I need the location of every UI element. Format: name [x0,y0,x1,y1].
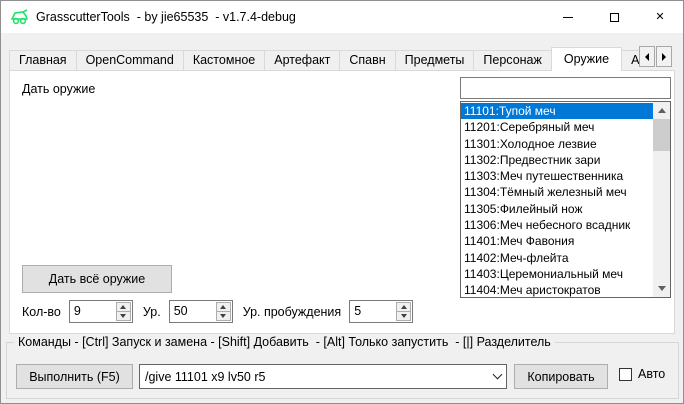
titlebar: GrasscutterTools - by jie65535 - v1.7.4-… [1,1,683,33]
list-item[interactable]: 11201:Серебряный меч [461,119,653,135]
arrow-down-icon [401,314,407,318]
tab-spawn[interactable]: Спавн [339,50,395,71]
spinner-row: Кол-во 9 Ур. 50 Ур. пробуждения 5 [22,300,423,323]
arrow-left-icon [645,53,649,61]
arrow-down-icon [658,286,666,291]
tab-scrollers [638,46,672,67]
scrollbar-up-button[interactable] [653,102,670,119]
copy-command-button[interactable]: Копировать [514,364,608,389]
level-up-button[interactable] [216,302,231,312]
arrow-down-icon [120,314,126,318]
tab-artifact[interactable]: Артефакт [264,50,340,71]
list-scrollbar[interactable] [653,102,670,297]
refinement-stepper[interactable]: 5 [349,300,413,323]
arrow-up-icon [401,305,407,309]
arrow-up-icon [120,305,126,309]
arrow-down-icon [220,314,226,318]
list-item[interactable]: 11304:Тёмный железный меч [461,184,653,200]
level-stepper[interactable]: 50 [169,300,233,323]
commands-groupbox: Команды - [Ctrl] Запуск и замена - [Shif… [6,342,679,399]
qty-down-button[interactable] [116,312,131,321]
list-item[interactable]: 11101:Тупой меч [461,103,653,119]
minimize-icon [563,17,573,18]
weapon-listbox: 11101:Тупой меч 11201:Серебряный меч 113… [460,101,671,298]
maximize-button[interactable] [591,1,637,33]
tab-main[interactable]: Главная [9,50,77,71]
minimize-button[interactable] [545,1,591,33]
level-value: 50 [174,304,188,318]
scrollbar-thumb[interactable] [653,119,670,151]
refinement-label: Ур. пробуждения [243,305,342,319]
auto-checkbox-label: Авто [638,367,665,381]
qty-up-button[interactable] [116,302,131,312]
tab-custom[interactable]: Кастомное [183,50,265,71]
arrow-right-icon [662,53,666,61]
weapon-search-input[interactable] [460,77,671,99]
give-weapon-label: Дать оружие [22,82,95,96]
list-item[interactable]: 11403:Церемониальный меч [461,266,653,282]
list-item[interactable]: 11305:Филейный нож [461,201,653,217]
commands-legend: Команды - [Ctrl] Запуск и замена - [Shif… [14,335,555,349]
scrollbar-down-button[interactable] [653,280,670,297]
window-title: GrasscutterTools - by jie65535 - v1.7.4-… [36,10,296,24]
list-item[interactable]: 11404:Меч аристократов [461,282,653,298]
qty-label: Кол-во [22,305,61,319]
close-icon: ✕ [655,12,664,23]
list-item[interactable]: 11306:Меч небесного всадник [461,217,653,233]
app-window: GrasscutterTools - by jie65535 - v1.7.4-… [0,0,684,404]
tab-scroll-right-button[interactable] [656,46,672,67]
close-button[interactable]: ✕ [637,1,683,33]
run-command-button[interactable]: Выполнить (F5) [16,364,133,389]
weapon-list: 11101:Тупой меч 11201:Серебряный меч 113… [461,103,653,298]
auto-checkbox[interactable] [619,368,632,381]
command-text: /give 11101 x9 lv50 r5 [140,370,488,384]
tab-weapon[interactable]: Оружие [551,47,622,71]
command-combobox[interactable]: /give 11101 x9 lv50 r5 [139,364,507,389]
list-item[interactable]: 11303:Меч путешественника [461,168,653,184]
level-down-button[interactable] [216,312,231,321]
refinement-down-button[interactable] [396,312,411,321]
tab-strip: Главная OpenCommand Кастомное Артефакт С… [9,46,641,71]
arrow-up-icon [220,305,226,309]
app-icon [10,9,30,25]
level-label: Ур. [143,305,161,319]
qty-value: 9 [74,304,81,318]
weapon-tab-page: Дать оружие 11101:Тупой меч 11201:Серебр… [9,70,675,334]
arrow-up-icon [658,108,666,113]
combobox-dropdown-button[interactable] [488,375,506,378]
tab-scroll-left-button[interactable] [639,46,655,67]
tab-character[interactable]: Персонаж [473,50,551,71]
give-all-weapons-button[interactable]: Дать всё оружие [22,265,172,293]
quantity-stepper[interactable]: 9 [69,300,133,323]
list-item[interactable]: 11402:Меч-флейта [461,250,653,266]
tab-items[interactable]: Предметы [395,50,475,71]
list-item[interactable]: 11401:Меч Фавония [461,233,653,249]
tab-opencommand[interactable]: OpenCommand [76,50,184,71]
maximize-icon [610,13,619,22]
list-item[interactable]: 11301:Холодное лезвие [461,136,653,152]
chevron-down-icon [492,370,502,380]
refinement-value: 5 [354,304,361,318]
list-item[interactable]: 11302:Предвестник зари [461,152,653,168]
auto-option: Авто [619,367,665,381]
refinement-up-button[interactable] [396,302,411,312]
